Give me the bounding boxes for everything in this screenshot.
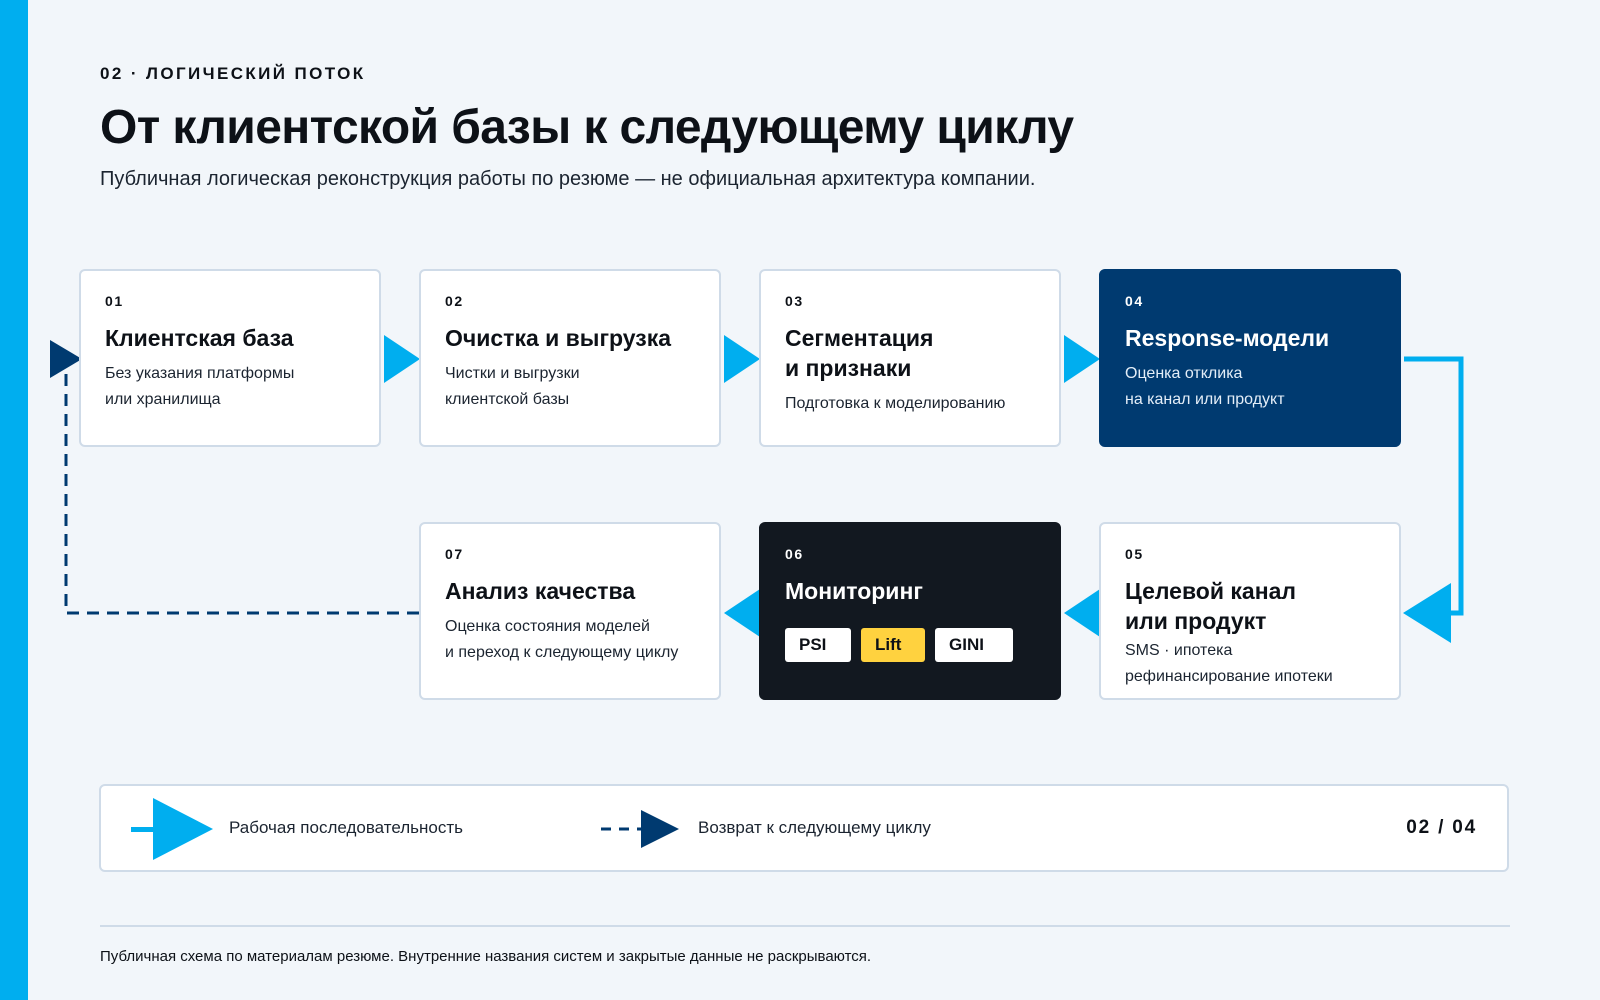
arrow-05-06 [1064, 589, 1100, 637]
step-title: Response-модели [1125, 325, 1330, 351]
step-title: Сегментация и признаки [785, 325, 934, 381]
step-description: Чистки и выгрузки клиентской базы [445, 365, 580, 408]
arrow-03-04 [1064, 335, 1100, 383]
legend-solid-arrow-icon [131, 798, 213, 860]
step-title: Мониторинг [785, 578, 923, 604]
step-title: Очистка и выгрузка [445, 325, 671, 351]
step-description: Подготовка к моделированию [785, 395, 1006, 412]
legend-solid-label: Рабочая последовательность [229, 818, 463, 837]
arrow-04-05 [1403, 583, 1451, 643]
step-number: 03 [785, 293, 804, 309]
step-description: Оценка состояния моделей и переход к сле… [445, 618, 679, 661]
arrow-return-01 [50, 340, 82, 378]
chip-lift: Lift [861, 628, 925, 662]
legend-panel: Рабочая последовательность Возврат к сле… [99, 784, 1509, 872]
metric-chips: PSI Lift GINI [785, 628, 1035, 662]
footer-divider [100, 925, 1510, 927]
step-card-01: 01 Клиентская база Без указания платформ… [79, 269, 381, 447]
step-card-02: 02 Очистка и выгрузка Чистки и выгрузки … [419, 269, 721, 447]
step-card-05: 05 Целевой канал или продукт SMS · ипоте… [1099, 522, 1401, 700]
connector-04-05 [1404, 356, 1464, 616]
step-card-07: 07 Анализ качества Оценка состояния моде… [419, 522, 721, 700]
step-description: SMS · ипотека рефинансирование ипотеки [1125, 642, 1333, 685]
arrow-01-02 [384, 335, 420, 383]
step-number: 04 [1125, 293, 1144, 309]
step-card-06: 06 Мониторинг PSI Lift GINI [759, 522, 1061, 700]
chip-psi: PSI [785, 628, 851, 662]
step-card-04: 04 Response-модели Оценка отклика на кан… [1099, 269, 1401, 447]
step-number: 05 [1125, 546, 1144, 562]
legend-dashed-arrow-icon [601, 810, 679, 848]
step-card-03: 03 Сегментация и признаки Подготовка к м… [759, 269, 1061, 447]
footer-note: Публичная схема по материалам резюме. Вн… [100, 948, 872, 965]
step-title: Анализ качества [445, 578, 636, 604]
arrow-06-07 [724, 589, 760, 637]
page-indicator: 02 / 04 [1406, 817, 1477, 838]
step-number: 02 [445, 293, 464, 309]
step-number: 07 [445, 546, 464, 562]
arrow-02-03 [724, 335, 760, 383]
step-title: Клиентская база [105, 325, 294, 351]
step-number: 06 [785, 546, 804, 562]
step-title: Целевой канал или продукт [1125, 578, 1296, 634]
step-description: Оценка отклика на канал или продукт [1125, 365, 1285, 408]
chip-gini: GINI [935, 628, 1013, 662]
step-description: Без указания платформы или хранилища [105, 365, 295, 408]
legend-dashed-label: Возврат к следующему циклу [698, 818, 931, 837]
step-number: 01 [105, 293, 124, 309]
